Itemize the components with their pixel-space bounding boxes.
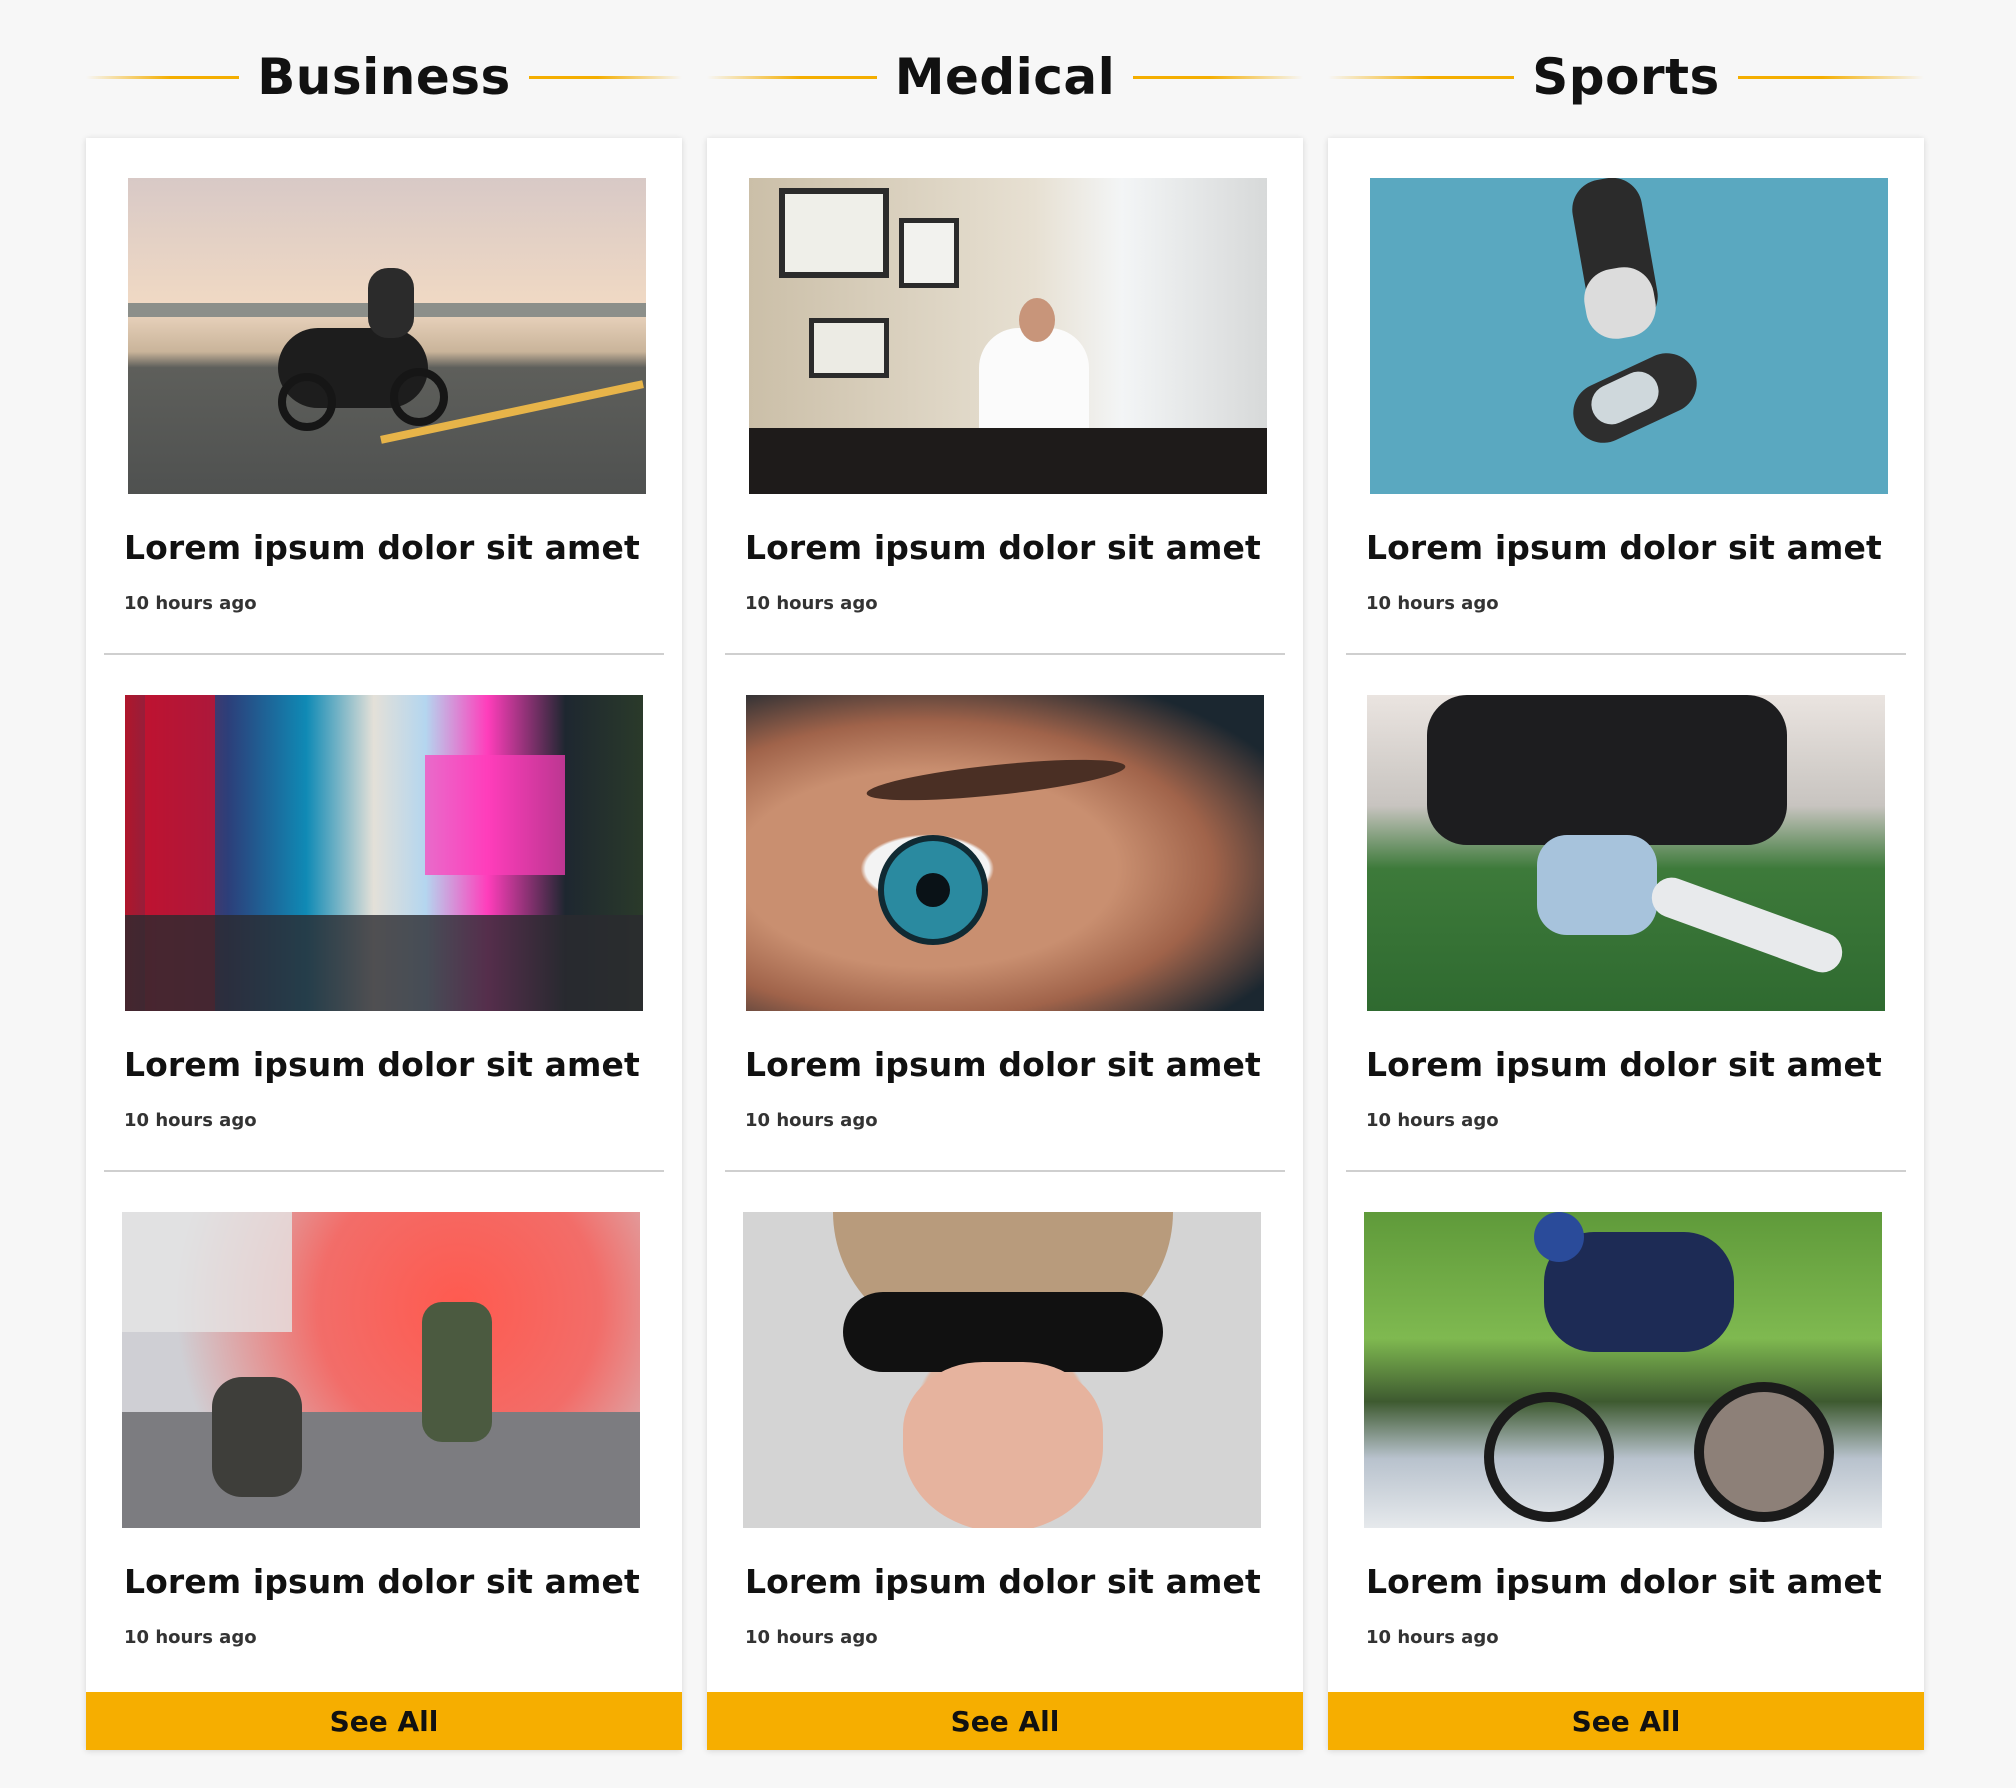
- column-header: Business: [86, 40, 683, 114]
- woman-visor-photo[interactable]: [743, 1212, 1261, 1528]
- article-timestamp: 10 hours ago: [124, 1110, 257, 1131]
- article-headline[interactable]: Lorem ipsum dolor sit amet: [1366, 1562, 1888, 1601]
- article-item[interactable]: Lorem ipsum dolor sit amet 10 hours ago: [1328, 1172, 1924, 1690]
- article-item[interactable]: Lorem ipsum dolor sit amet 10 hours ago: [1328, 138, 1924, 655]
- soccer-player-photo[interactable]: [1367, 695, 1885, 1011]
- article-headline[interactable]: Lorem ipsum dolor sit amet: [1366, 528, 1888, 567]
- news-card: Lorem ipsum dolor sit amet 10 hours ago …: [86, 138, 682, 1750]
- article-headline[interactable]: Lorem ipsum dolor sit amet: [124, 1562, 646, 1601]
- column-sports: Sports Lorem ipsum dolor sit amet 10 hou…: [1328, 40, 1925, 1750]
- column-header: Medical: [707, 40, 1303, 114]
- historical-reenactment-photo[interactable]: [122, 1212, 640, 1528]
- doctor-office-photo[interactable]: [749, 178, 1267, 494]
- article-timestamp: 10 hours ago: [124, 1627, 257, 1648]
- article-item[interactable]: Lorem ipsum dolor sit amet 10 hours ago: [86, 138, 682, 655]
- cyclist-photo[interactable]: [1364, 1212, 1882, 1528]
- article-item[interactable]: Lorem ipsum dolor sit amet 10 hours ago: [86, 655, 682, 1172]
- see-all-button[interactable]: See All: [1328, 1692, 1924, 1750]
- news-card: Lorem ipsum dolor sit amet 10 hours ago …: [707, 138, 1303, 1750]
- column-header: Sports: [1328, 40, 1925, 114]
- article-item[interactable]: Lorem ipsum dolor sit amet 10 hours ago: [86, 1172, 682, 1690]
- column-title: Business: [257, 48, 511, 106]
- article-timestamp: 10 hours ago: [745, 593, 878, 614]
- header-rule-left: [1328, 75, 1515, 79]
- article-item[interactable]: Lorem ipsum dolor sit amet 10 hours ago: [707, 1172, 1303, 1690]
- article-item[interactable]: Lorem ipsum dolor sit amet 10 hours ago: [707, 655, 1303, 1172]
- see-all-button[interactable]: See All: [707, 1692, 1303, 1750]
- header-rule-right: [528, 75, 683, 79]
- column-business: Business Lorem ipsum dolor sit amet 10 h…: [86, 40, 683, 1750]
- flying-shoes-photo[interactable]: [1370, 178, 1888, 494]
- news-card: Lorem ipsum dolor sit amet 10 hours ago …: [1328, 138, 1924, 1750]
- article-headline[interactable]: Lorem ipsum dolor sit amet: [124, 1045, 646, 1084]
- header-rule-left: [707, 75, 877, 79]
- motorcycle-rider-photo[interactable]: [128, 178, 646, 494]
- article-headline[interactable]: Lorem ipsum dolor sit amet: [745, 1045, 1267, 1084]
- article-timestamp: 10 hours ago: [124, 593, 257, 614]
- column-title: Sports: [1532, 48, 1720, 106]
- eye-closeup-photo[interactable]: [746, 695, 1264, 1011]
- article-headline[interactable]: Lorem ipsum dolor sit amet: [745, 528, 1267, 567]
- article-timestamp: 10 hours ago: [1366, 1627, 1499, 1648]
- article-headline[interactable]: Lorem ipsum dolor sit amet: [745, 1562, 1267, 1601]
- article-timestamp: 10 hours ago: [745, 1110, 878, 1131]
- header-rule-right: [1737, 75, 1925, 79]
- article-headline[interactable]: Lorem ipsum dolor sit amet: [124, 528, 646, 567]
- column-medical: Medical Lorem ipsum dolor sit amet 10 ho…: [707, 40, 1303, 1750]
- header-rule-right: [1133, 75, 1303, 79]
- news-columns: Business Lorem ipsum dolor sit amet 10 h…: [86, 40, 1925, 1750]
- article-headline[interactable]: Lorem ipsum dolor sit amet: [1366, 1045, 1888, 1084]
- article-timestamp: 10 hours ago: [745, 1627, 878, 1648]
- times-square-photo[interactable]: [125, 695, 643, 1011]
- article-item[interactable]: Lorem ipsum dolor sit amet 10 hours ago: [707, 138, 1303, 655]
- header-rule-left: [86, 75, 240, 79]
- article-timestamp: 10 hours ago: [1366, 593, 1499, 614]
- column-title: Medical: [894, 48, 1116, 106]
- article-timestamp: 10 hours ago: [1366, 1110, 1499, 1131]
- article-item[interactable]: Lorem ipsum dolor sit amet 10 hours ago: [1328, 655, 1924, 1172]
- see-all-button[interactable]: See All: [86, 1692, 682, 1750]
